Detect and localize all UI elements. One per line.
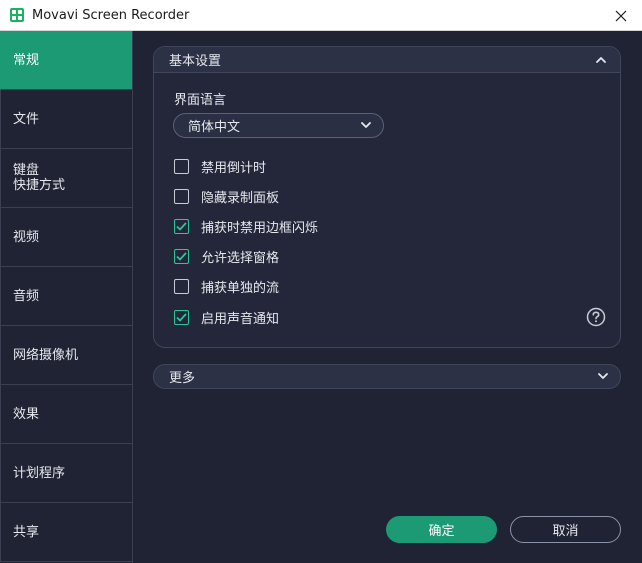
chevron-up-icon xyxy=(596,57,606,63)
settings-sidebar: 常规 文件 键盘 快捷方式 视频 音频 网络摄像机 效果 计划程序 共享 xyxy=(0,31,133,563)
sidebar-item-audio[interactable]: 音频 xyxy=(0,267,132,326)
sidebar-item-label: 计划程序 xyxy=(13,465,66,481)
sidebar-item-label: 常规 xyxy=(13,52,40,68)
option-disable-border-flash[interactable]: 捕获时禁用边框闪烁 xyxy=(174,217,319,236)
title-bar: Movavi Screen Recorder xyxy=(0,0,642,31)
window-title: Movavi Screen Recorder xyxy=(32,7,190,23)
sidebar-item-keyboard-shortcuts[interactable]: 键盘 快捷方式 xyxy=(0,149,132,208)
sidebar-item-label: 效果 xyxy=(13,406,40,422)
chevron-down-icon xyxy=(598,373,608,379)
help-button[interactable] xyxy=(586,307,606,327)
option-hide-recording-panel[interactable]: 隐藏录制面板 xyxy=(174,187,280,206)
check-icon xyxy=(176,221,187,231)
basic-settings-header[interactable]: 基本设置 xyxy=(154,47,620,73)
checkbox[interactable] xyxy=(174,158,189,174)
checkbox-checked[interactable] xyxy=(174,248,189,264)
chevron-down-icon xyxy=(361,122,371,128)
collapse-button[interactable] xyxy=(594,53,608,67)
sidebar-item-label: 共享 xyxy=(13,524,40,540)
cancel-button[interactable]: 取消 xyxy=(510,516,621,543)
option-capture-separate-streams[interactable]: 捕获单独的流 xyxy=(174,277,280,296)
language-label: 界面语言 xyxy=(174,93,227,108)
checkbox-checked[interactable] xyxy=(174,309,189,325)
close-button[interactable] xyxy=(610,5,632,27)
option-label: 启用声音通知 xyxy=(201,311,280,327)
language-select-value: 简体中文 xyxy=(188,120,241,135)
language-select[interactable]: 简体中文 xyxy=(173,113,384,138)
option-label: 禁用倒计时 xyxy=(201,160,267,176)
option-label: 隐藏录制面板 xyxy=(201,190,280,206)
sidebar-item-effects[interactable]: 效果 xyxy=(0,385,132,444)
question-mark-icon xyxy=(586,307,606,327)
close-icon xyxy=(615,10,627,22)
checkbox-checked[interactable] xyxy=(174,218,189,234)
option-label: 捕获时禁用边框闪烁 xyxy=(201,220,319,236)
panel-title: 基本设置 xyxy=(169,54,222,69)
option-label: 捕获单独的流 xyxy=(201,280,280,296)
sidebar-item-sharing[interactable]: 共享 xyxy=(0,503,132,562)
option-allow-pane-select[interactable]: 允许选择窗格 xyxy=(174,247,280,266)
cancel-button-label: 取消 xyxy=(552,524,579,539)
ok-button[interactable]: 确定 xyxy=(386,516,497,543)
sidebar-item-label: 键盘 快捷方式 xyxy=(13,163,66,193)
more-section-header[interactable]: 更多 xyxy=(153,364,621,389)
basic-settings-panel: 基本设置 界面语言 简体中文 禁用倒计时 隐藏录制面板 捕获时禁用边框闪烁 允许… xyxy=(153,46,621,348)
checkbox[interactable] xyxy=(174,278,189,294)
ok-button-label: 确定 xyxy=(428,524,455,539)
sidebar-item-general[interactable]: 常规 xyxy=(0,31,132,90)
sidebar-item-label: 音频 xyxy=(13,288,40,304)
option-label: 允许选择窗格 xyxy=(201,250,280,266)
sidebar-item-files[interactable]: 文件 xyxy=(0,90,132,149)
option-disable-countdown[interactable]: 禁用倒计时 xyxy=(174,157,267,176)
sidebar-item-label: 视频 xyxy=(13,229,40,245)
sidebar-item-label: 文件 xyxy=(13,111,40,127)
checkbox[interactable] xyxy=(174,188,189,204)
sidebar-item-video[interactable]: 视频 xyxy=(0,208,132,267)
check-icon xyxy=(176,312,187,322)
sidebar-item-label: 网络摄像机 xyxy=(13,347,79,363)
app-logo-icon xyxy=(10,8,24,22)
check-icon xyxy=(176,251,187,261)
more-title: 更多 xyxy=(169,371,196,386)
option-sound-notifications[interactable]: 启用声音通知 xyxy=(174,308,280,327)
sidebar-item-scheduler[interactable]: 计划程序 xyxy=(0,444,132,503)
sidebar-item-webcam[interactable]: 网络摄像机 xyxy=(0,326,132,385)
